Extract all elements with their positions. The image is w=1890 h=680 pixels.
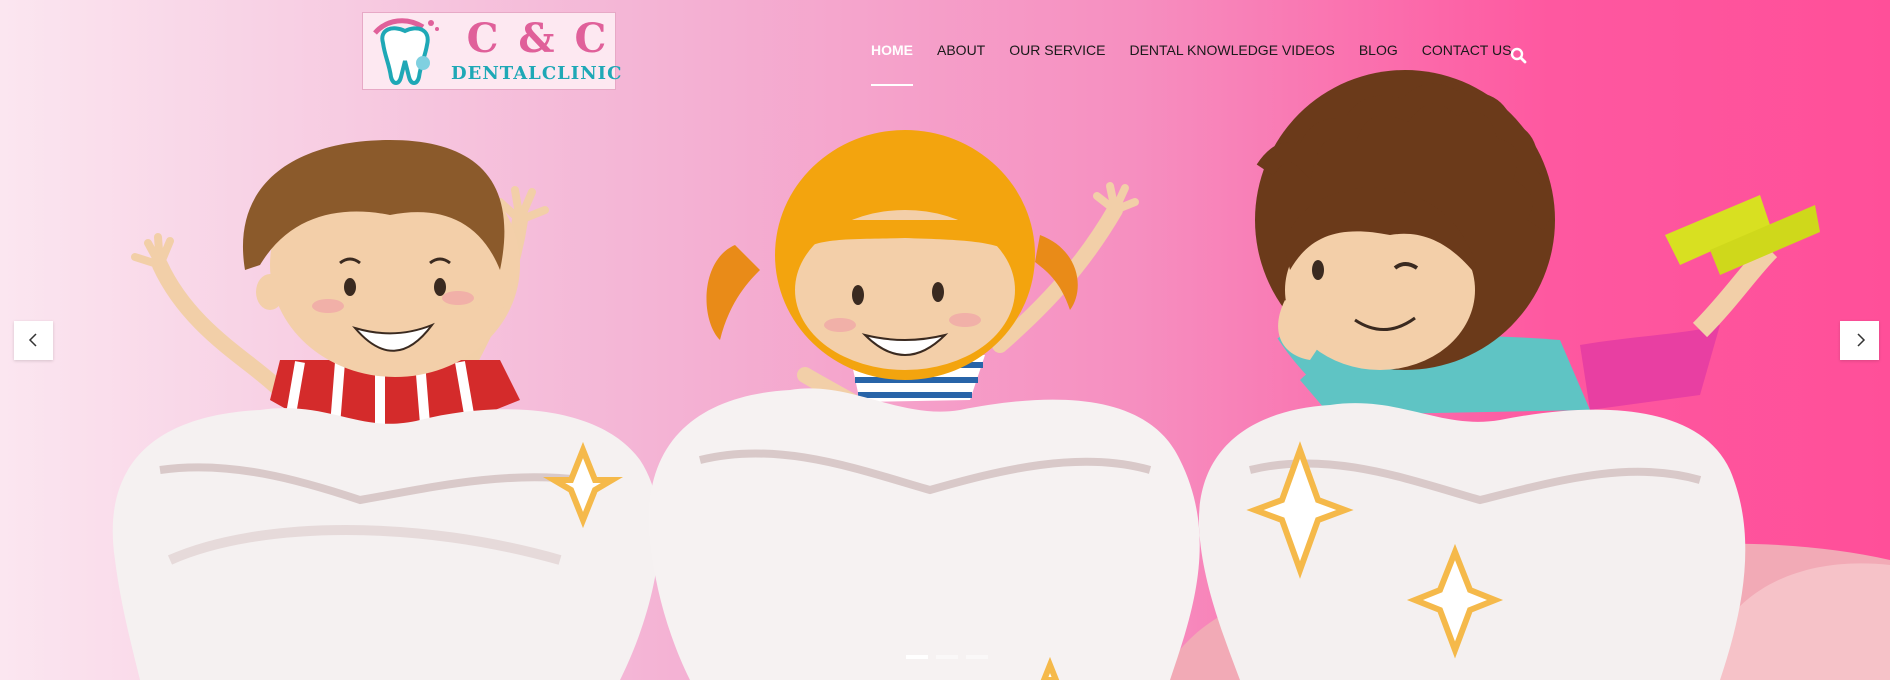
nav-dental-knowledge-videos[interactable]: DENTAL KNOWLEDGE VIDEOS [1129, 40, 1334, 60]
slider-prev-button[interactable] [14, 321, 53, 360]
nav-blog[interactable]: BLOG [1359, 40, 1398, 60]
chevron-left-icon [28, 333, 37, 347]
slider-pagination [906, 655, 996, 659]
slider-next-button[interactable] [1840, 321, 1879, 360]
curly-boy-character [1255, 70, 1820, 425]
site-logo[interactable]: C & C DENTALCLINIC [362, 12, 623, 90]
tooth-icon [373, 18, 439, 85]
nav-home[interactable]: HOME [871, 40, 913, 86]
search-icon [1510, 47, 1527, 64]
nav-our-service[interactable]: OUR SERVICE [1009, 40, 1105, 60]
main-nav: HOME ABOUT OUR SERVICE DENTAL KNOWLEDGE … [871, 40, 1535, 86]
slider-dot-2[interactable] [936, 655, 958, 659]
slider-dot-1[interactable] [906, 655, 928, 659]
boy-character [131, 140, 549, 428]
slider-dot-3[interactable] [966, 655, 988, 659]
nav-about[interactable]: ABOUT [937, 40, 985, 60]
nav-contact-us[interactable]: CONTACT US [1422, 40, 1512, 60]
logo-subtitle: DENTALCLINIC [451, 63, 623, 84]
girl-character [706, 130, 1139, 438]
hero-slider: C & C DENTALCLINIC HOME ABOUT OUR SERVIC… [0, 0, 1890, 680]
search-button[interactable] [1510, 47, 1528, 65]
logo-title: C & C [466, 15, 610, 62]
hero-illustration [112, 70, 1890, 680]
teeth [112, 388, 1746, 680]
chevron-right-icon [1857, 333, 1866, 347]
